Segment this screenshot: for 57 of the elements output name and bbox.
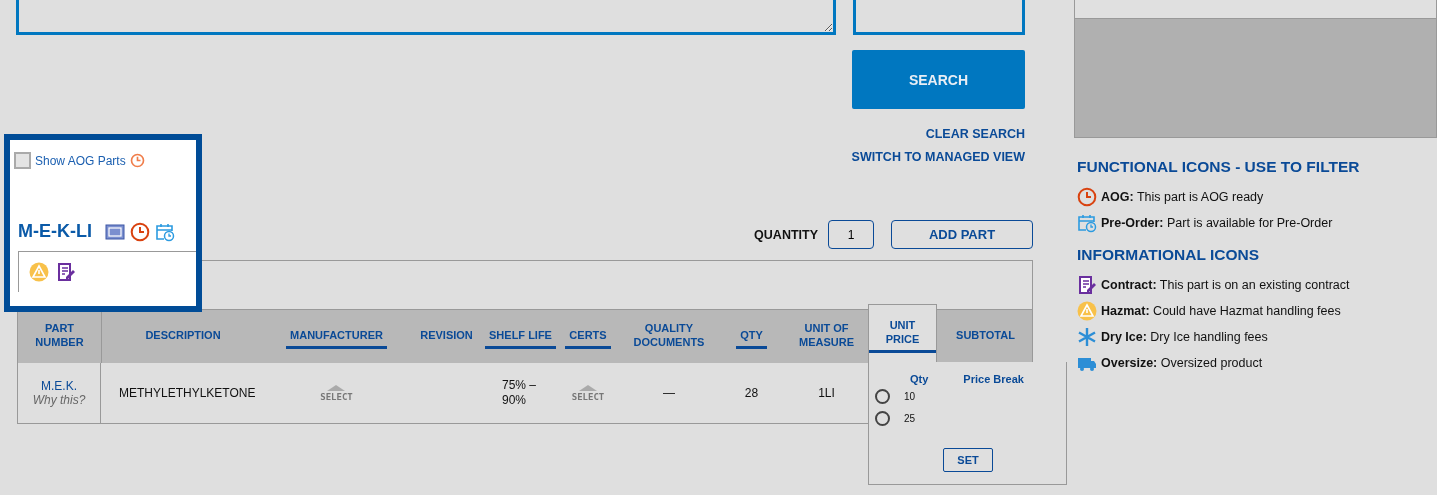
column-header: UNIT OF MEASURE [784, 310, 869, 363]
clear-search-link[interactable]: CLEAR SEARCH [925, 127, 1025, 141]
legend-text: Hazmat: Could have Hazmat handling fees [1101, 304, 1341, 318]
quantity-field[interactable]: 1 [828, 220, 874, 249]
legend-text: Oversize: Oversized product [1101, 356, 1263, 370]
part-title[interactable]: M-E-K-LI [18, 221, 92, 242]
column-header[interactable]: QTY [719, 310, 784, 363]
legend-text: Pre-Order: Part is available for Pre-Order [1101, 216, 1333, 230]
document-pen-icon [56, 262, 76, 282]
table-cell: 28 [744, 386, 759, 400]
column-header: SUBTOTAL [939, 310, 1032, 363]
switch-view-link[interactable]: SWITCH TO MANAGED VIEW [851, 150, 1025, 164]
search-button[interactable]: SEARCH [852, 50, 1025, 109]
column-header[interactable]: UNIT PRICE [868, 304, 937, 362]
column-header[interactable]: MANUFACTURER [264, 310, 409, 363]
legend-text: Dry Ice: Dry Ice handling fees [1101, 330, 1268, 344]
legend-text: AOG: This part is AOG ready [1101, 190, 1264, 204]
table-cell: 1LI [818, 386, 835, 400]
price-qty: 25 [904, 412, 916, 424]
certs-select[interactable]: SELECT [571, 384, 605, 402]
legend-text: Contract: This part is on an existing contract [1101, 278, 1350, 292]
table-cell-text: 75% – 90% [502, 378, 538, 408]
warning-icon [1077, 301, 1097, 321]
part-number: M.E.K. [41, 379, 77, 393]
column-header[interactable]: CERTS [557, 310, 619, 363]
price-break-header: Price Break [963, 373, 1024, 385]
legend-title: FUNCTIONAL ICONS - USE TO FILTER [1077, 158, 1361, 176]
search-textarea[interactable] [16, 0, 836, 35]
set-button[interactable]: SET [943, 448, 993, 472]
document-pen-icon [1077, 275, 1097, 295]
snowflake-icon [1077, 327, 1097, 347]
radio-button[interactable] [875, 410, 890, 426]
table-cell: — [663, 386, 675, 400]
legend-title: INFORMATIONAL ICONS [1077, 246, 1260, 264]
quantity-label: QUANTITY [754, 227, 818, 242]
add-part-button[interactable]: ADD PART [891, 220, 1033, 249]
checkbox[interactable] [14, 152, 31, 169]
column-header: QUALITY DOCUMENTS [619, 310, 719, 363]
column-header: REVISION [409, 310, 484, 363]
clock-icon [129, 153, 145, 168]
column-header: DESCRIPTION [101, 310, 264, 363]
column-header[interactable]: SHELF LIFE [484, 310, 557, 363]
calendar-clock-icon [1077, 213, 1097, 233]
input-field[interactable] [853, 0, 1025, 35]
certificate-icon [105, 221, 125, 242]
clock-icon [130, 221, 150, 242]
radio-button[interactable] [875, 388, 890, 404]
table-cell: METHYLETHYLKETONE [119, 386, 256, 400]
price-qty: 10 [904, 390, 916, 402]
warning-icon [29, 262, 49, 282]
show-aog-label[interactable]: Show AOG Parts [35, 153, 126, 168]
calendar-clock-icon [155, 221, 175, 242]
why-this-link[interactable]: Why this? [32, 393, 86, 407]
column-header: PART NUMBER [18, 310, 101, 363]
clock-icon [1077, 187, 1097, 207]
qty-header: Qty [910, 373, 929, 385]
manufacturer-select[interactable]: SELECT [320, 384, 353, 402]
